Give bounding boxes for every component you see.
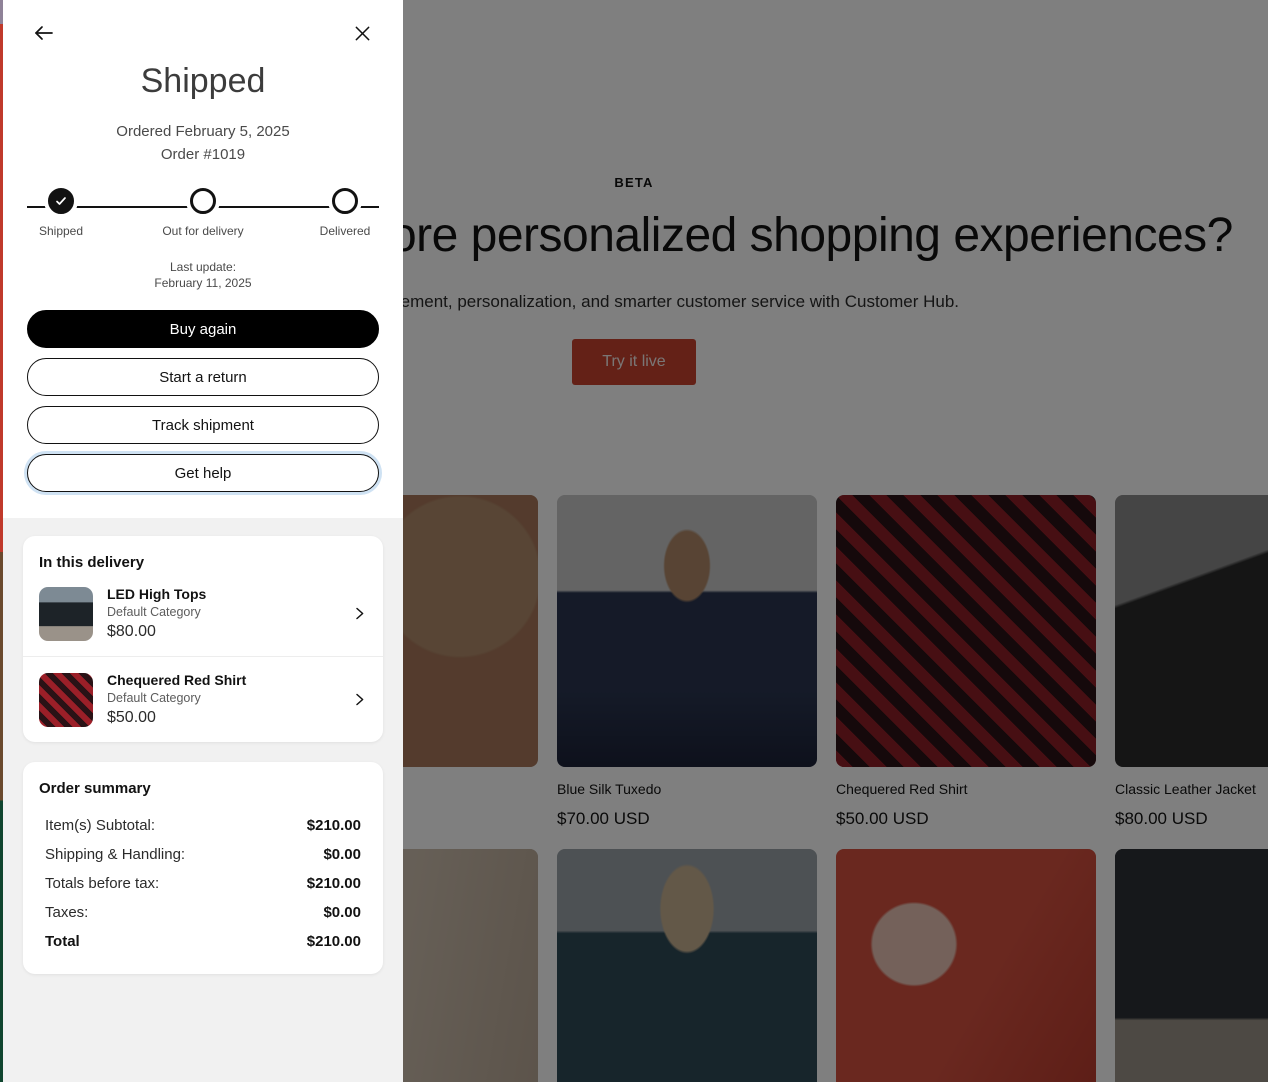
last-update-label: Last update: <box>169 260 237 274</box>
ordered-date: Ordered February 5, 2025 <box>116 123 290 140</box>
summary-row-value: $0.00 <box>323 846 361 864</box>
product-image <box>1115 495 1268 767</box>
accent-strip <box>0 0 3 1082</box>
in-this-delivery-panel: In this delivery LED High Tops Default C… <box>23 536 383 743</box>
last-update-block: Last update: February 11, 2025 <box>27 260 379 291</box>
buy-again-button[interactable]: Buy again <box>27 310 379 349</box>
shipment-progress-tracker: Shipped Out for delivery Delivered <box>27 188 379 246</box>
in-this-delivery-title: In this delivery <box>39 554 145 572</box>
delivery-item-name: Chequered Red Shirt <box>107 672 247 689</box>
product-card[interactable] <box>1115 849 1268 1082</box>
tracker-step-label: Out for delivery <box>162 224 244 238</box>
delivery-item-category: Default Category <box>107 691 201 706</box>
summary-row: Taxes: $0.00 <box>45 898 361 927</box>
delivery-item-name: LED High Tops <box>107 586 207 603</box>
delivery-item-category: Default Category <box>107 605 201 620</box>
delivery-item-thumbnail <box>39 586 93 641</box>
product-card[interactable]: Blue Silk Tuxedo $70.00 USD <box>557 495 817 829</box>
chevron-right-icon[interactable] <box>352 606 367 621</box>
start-a-return-button[interactable]: Start a return <box>27 358 379 397</box>
product-image <box>557 495 817 767</box>
product-price: $70.00 USD <box>557 809 650 828</box>
tracker-node-pending <box>190 188 216 214</box>
product-image <box>557 849 817 1082</box>
tracker-node-pending <box>332 188 358 214</box>
product-price: $50.00 USD <box>836 809 929 828</box>
close-button[interactable] <box>345 16 379 50</box>
action-button-stack: Buy again Start a return Track shipment … <box>27 310 379 493</box>
summary-row-total: Total $210.00 <box>45 927 361 956</box>
product-image <box>1115 849 1268 1082</box>
product-image <box>836 849 1096 1082</box>
summary-row-label: Shipping & Handling: <box>45 846 186 864</box>
product-image <box>836 495 1096 767</box>
summary-row-label: Item(s) Subtotal: <box>45 817 156 835</box>
tracker-step-label: Delivered <box>319 224 371 238</box>
summary-row-value: $0.00 <box>323 904 361 922</box>
order-status-title: Shipped <box>140 62 266 100</box>
summary-row-label: Totals before tax: <box>45 875 160 893</box>
drawer-topbar <box>27 0 379 66</box>
get-help-button[interactable]: Get help <box>27 454 379 493</box>
chevron-right-icon[interactable] <box>352 692 367 707</box>
product-grid: Leather Bag $60.00 USD Blue Silk Tuxedo … <box>278 495 1268 1082</box>
summary-row: Totals before tax: $210.00 <box>45 869 361 898</box>
back-button[interactable] <box>27 16 61 50</box>
product-card[interactable]: Chequered Red Shirt $50.00 USD <box>836 495 1096 829</box>
track-shipment-button[interactable]: Track shipment <box>27 406 379 445</box>
last-update-date: February 11, 2025 <box>154 275 252 290</box>
arrow-left-icon <box>32 21 56 45</box>
delivery-item-info: Chequered Red Shirt Default Category $50… <box>107 672 338 727</box>
summary-row: Shipping & Handling: $0.00 <box>45 840 361 869</box>
summary-row-value: $210.00 <box>306 875 361 893</box>
order-summary-title: Order summary <box>39 780 151 798</box>
drawer-header: Shipped Ordered February 5, 2025 Order #… <box>3 0 403 519</box>
product-card[interactable] <box>836 849 1096 1082</box>
order-summary-panel: Order summary Item(s) Subtotal: $210.00 … <box>23 762 383 975</box>
check-icon <box>55 195 67 207</box>
delivery-item-price: $50.00 <box>107 709 156 727</box>
order-summary-rows: Item(s) Subtotal: $210.00 Shipping & Han… <box>23 797 383 956</box>
summary-row: Item(s) Subtotal: $210.00 <box>45 811 361 840</box>
product-title: Classic Leather Jacket <box>1115 781 1256 797</box>
delivery-item-row[interactable]: LED High Tops Default Category $80.00 <box>23 571 383 656</box>
drawer-body: In this delivery LED High Tops Default C… <box>3 518 403 994</box>
tracker-step-label: Shipped <box>38 224 84 238</box>
tracker-node-done <box>48 188 74 214</box>
try-it-live-button[interactable]: Try it live <box>572 338 696 385</box>
product-card[interactable]: Classic Leather Jacket $80.00 USD <box>1115 495 1268 829</box>
delivery-item-price: $80.00 <box>107 623 156 641</box>
product-title: Chequered Red Shirt <box>836 781 968 797</box>
close-icon <box>352 23 373 44</box>
delivery-item-info: LED High Tops Default Category $80.00 <box>107 586 338 641</box>
summary-row-label: Total <box>45 933 80 951</box>
product-title: Blue Silk Tuxedo <box>557 781 662 797</box>
app-root: BETA Ready to drive more personalized sh… <box>0 0 1268 1082</box>
summary-row-value: $210.00 <box>306 817 361 835</box>
order-status-drawer: Shipped Ordered February 5, 2025 Order #… <box>3 0 403 1082</box>
product-price: $80.00 USD <box>1115 809 1208 828</box>
order-number: Order #1019 <box>160 146 246 163</box>
product-card[interactable] <box>557 849 817 1082</box>
summary-row-value: $210.00 <box>306 933 361 951</box>
summary-row-label: Taxes: <box>45 904 89 922</box>
delivery-item-thumbnail <box>39 672 93 727</box>
delivery-item-row[interactable]: Chequered Red Shirt Default Category $50… <box>23 656 383 742</box>
